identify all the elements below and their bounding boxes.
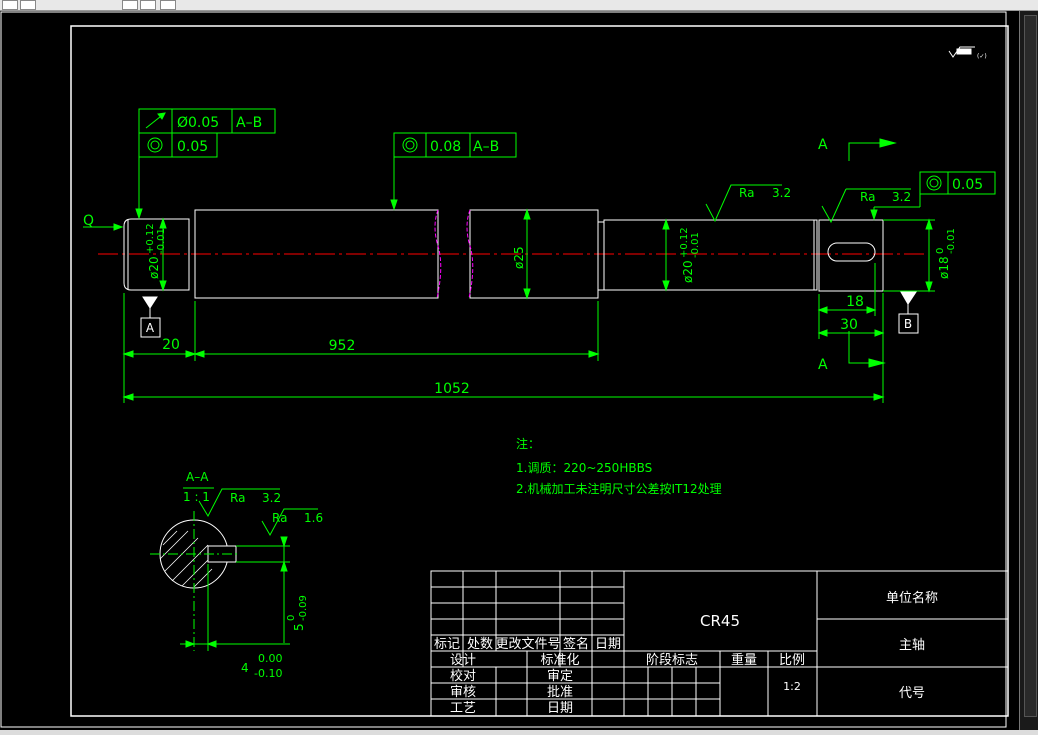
section-depth-lower: -0.09 — [298, 595, 309, 621]
roughness-left-value: 3.2 — [772, 186, 791, 200]
dim-length-952: 952 — [329, 338, 356, 354]
tb-date: 日期 — [547, 701, 573, 716]
scrollbar-thumb[interactable] — [1024, 15, 1037, 717]
tb-approve: 批准 — [547, 685, 573, 700]
dim-length-30: 30 — [840, 317, 858, 333]
tb-header-count: 处数 — [467, 637, 493, 652]
tb-stage: 阶段标志 — [646, 653, 698, 668]
section-mark-a-top: A — [818, 137, 828, 153]
section-roughness-2-value: 1.6 — [304, 511, 323, 525]
toolbar-button[interactable] — [2, 0, 18, 10]
drawing-canvas[interactable]: (✓) Ø0.05 A–B 0.05 0.08 A–B 0.05 Q A A R… — [0, 11, 1019, 730]
roughness-right-label: Ra — [860, 190, 875, 204]
dim-d25: ø25 — [512, 246, 526, 269]
fcf-concentricity-mid-value: 0.08 — [430, 139, 461, 155]
tb-weight: 重量 — [731, 652, 757, 668]
tb-header-change: 更改文件号 — [495, 637, 560, 652]
leader-q: Q — [83, 213, 94, 229]
dim-d20-right-upper: +0.12 — [679, 227, 690, 258]
fcf-concentricity-right-value: 0.05 — [952, 177, 983, 193]
dim-d20-left: ø20 — [147, 256, 161, 279]
tb-header-mark: 标记 — [434, 637, 460, 652]
section-scale: 1 : 1 — [183, 490, 210, 504]
dim-d20-right: ø20 — [681, 260, 695, 283]
section-width-lower: -0.10 — [254, 667, 282, 680]
dim-d20-left-lower: -0.01 — [156, 228, 167, 254]
section-roughness-2-label: Ra — [272, 511, 287, 525]
title-block-material: CR45 — [700, 612, 740, 630]
toolbar-button[interactable] — [20, 0, 36, 10]
datum-b-label: B — [904, 317, 912, 331]
tb-header-date: 日期 — [595, 637, 621, 652]
tb-header-sign: 签名 — [563, 636, 589, 652]
section-depth-upper: 0 — [286, 615, 297, 621]
datum-a-label: A — [146, 321, 155, 335]
title-block-part-name: 主轴 — [899, 638, 925, 653]
tb-process: 工艺 — [450, 701, 476, 716]
dim-d18: ø18 — [937, 256, 951, 279]
dim-d18-upper: 0 — [935, 248, 946, 254]
tb-review: 审核 — [450, 685, 476, 700]
fcf-concentricity-mid-datum: A–B — [473, 139, 499, 155]
fcf-concentricity-left-value: 0.05 — [177, 139, 208, 155]
section-title: A–A — [186, 470, 209, 484]
status-bar — [0, 730, 1038, 735]
section-width-upper: 0.00 — [258, 652, 283, 665]
title-block-company: 单位名称 — [886, 590, 938, 606]
notes-line-2: 2.机械加工未注明尺寸公差按IT12处理 — [516, 481, 722, 496]
roughness-right-value: 3.2 — [892, 190, 911, 204]
fcf-runout-value: Ø0.05 — [177, 115, 219, 131]
dim-length-20: 20 — [162, 337, 180, 353]
toolbar-button[interactable] — [160, 0, 176, 10]
notes-title: 注： — [516, 436, 540, 451]
section-width: 4 — [241, 661, 249, 675]
dim-length-18: 18 — [846, 294, 864, 310]
fcf-runout-datum: A–B — [236, 115, 262, 131]
dim-d20-left-upper: +0.12 — [145, 223, 156, 254]
section-roughness-1-label: Ra — [230, 491, 245, 505]
dim-d20-right-lower: -0.01 — [690, 232, 701, 258]
section-mark-a-bottom: A — [818, 357, 828, 373]
toolbar — [0, 0, 1038, 11]
tb-check: 校对 — [450, 668, 476, 684]
section-depth: 5 — [292, 623, 306, 631]
tb-standard: 标准化 — [540, 653, 579, 668]
tb-design: 设计 — [450, 653, 476, 668]
section-roughness-1-value: 3.2 — [262, 491, 281, 505]
title-block-code: 代号 — [899, 686, 925, 701]
notes-line-1: 1.调质：220~250HBBS — [516, 461, 652, 475]
dim-length-1052: 1052 — [434, 381, 470, 397]
dim-d18-lower: -0.01 — [946, 228, 957, 254]
roughness-left-label: Ra — [739, 186, 754, 200]
title-block-scale-value: 1:2 — [783, 680, 801, 693]
tb-scale: 比例 — [779, 653, 805, 668]
tb-audit: 审定 — [547, 669, 573, 684]
vertical-scrollbar[interactable] — [1019, 11, 1038, 730]
toolbar-button[interactable] — [140, 0, 156, 10]
svg-text:(✓): (✓) — [977, 53, 987, 60]
toolbar-button[interactable] — [122, 0, 138, 10]
